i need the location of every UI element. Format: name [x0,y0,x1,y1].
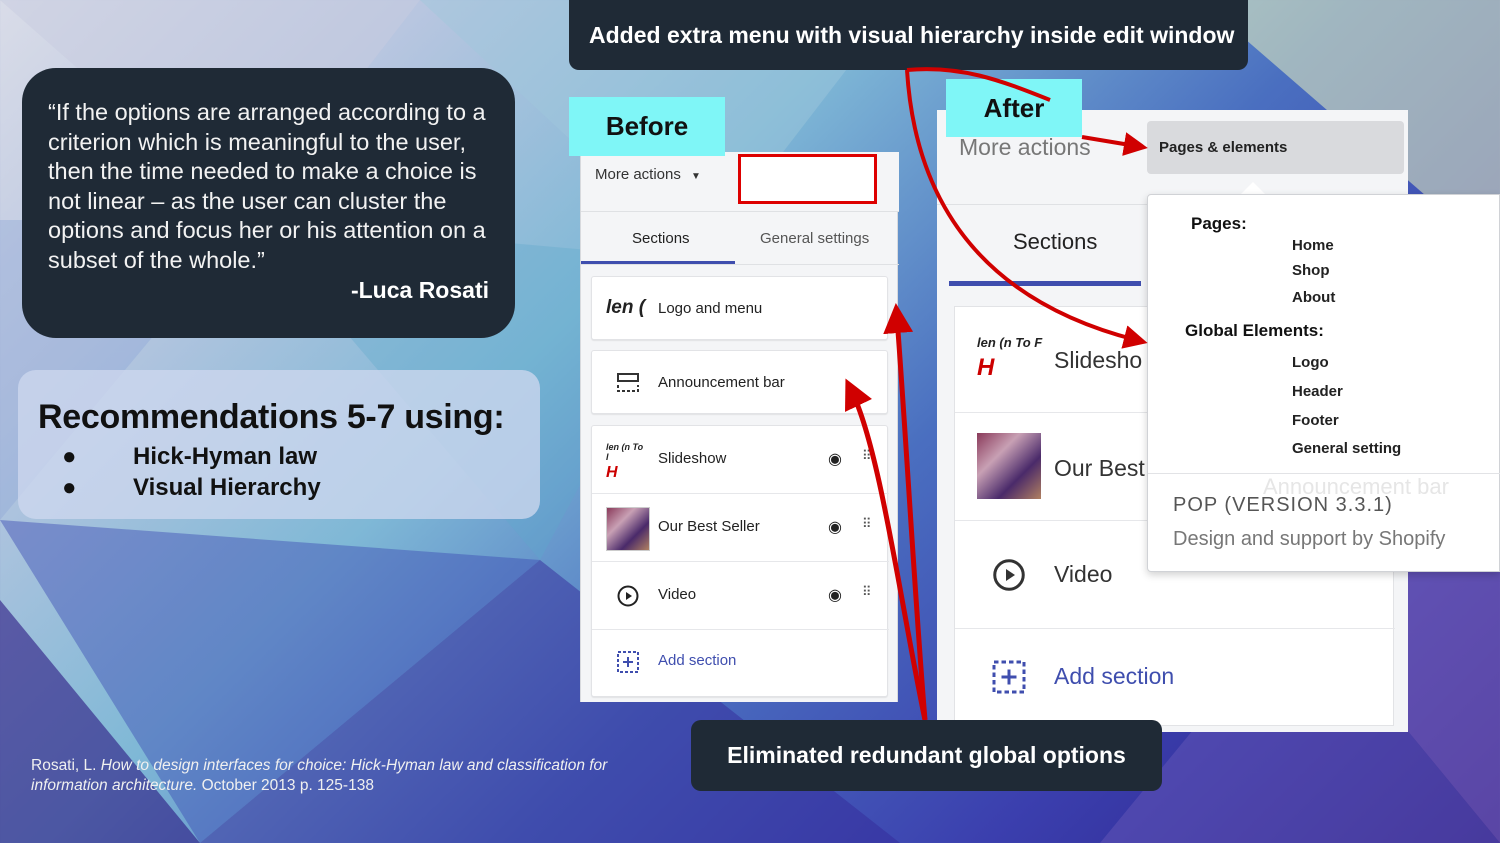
citation-author: Rosati, L. [31,757,97,774]
tab-sections[interactable]: Sections [1013,229,1097,255]
play-circle-icon [993,559,1025,591]
list-item: ● Visual Hierarchy [38,472,520,503]
highlight-empty-area [738,154,877,204]
add-section-button[interactable]: Add section [592,630,889,698]
quote-box: “If the options are arranged according t… [22,68,515,338]
list-item: ● Hick-Hyman law [38,441,520,472]
drag-handle-icon[interactable]: ⠿ [862,516,871,532]
section-label: Announcement bar [658,374,785,391]
menu-item-header[interactable]: Header [1292,383,1343,400]
menu-item-footer[interactable]: Footer [1292,412,1339,429]
tab-general-settings[interactable]: General settings [760,230,869,247]
before-tabs: Sections General settings [581,212,899,265]
more-actions-button[interactable]: More actions [959,134,1091,161]
global-elements-heading: Global Elements: [1185,321,1324,340]
drag-handle-icon[interactable]: ⠿ [862,448,871,464]
section-label: Add section [1054,663,1175,689]
tab-underline [949,281,1141,286]
citation-date: October 2013 p. 125-138 [201,777,374,794]
pages-elements-dropdown: Pages: Home Shop About Global Elements: … [1147,194,1500,572]
announcement-bar-icon [617,373,639,392]
section-label: Slideshow [658,450,727,467]
bullet-icon: ● [62,474,77,501]
add-section-button[interactable]: Add section [955,629,1395,727]
eye-icon[interactable]: ◉ [828,585,842,605]
quote-text: “If the options are arranged according t… [48,99,486,273]
eye-icon[interactable]: ◉ [828,517,842,537]
slideshow-thumb-icon: len (n To F H [977,335,1043,381]
caret-down-icon: ▼ [691,171,701,182]
recommendation-label: Visual Hierarchy [133,474,321,501]
recommendations-box: Recommendations 5-7 using: ● Hick-Hyman l… [18,370,540,519]
before-tag: Before [569,97,725,156]
logo-menu-card[interactable]: len ( Logo and menu [591,276,888,340]
dropdown-footer: Announcement bar POP (VERSION 3.3.1) Des… [1148,473,1500,573]
after-tag: After [946,79,1082,137]
section-label: Logo and menu [658,300,763,317]
product-thumb-icon [977,433,1041,499]
add-section-icon [617,651,639,673]
section-label: Our Best Seller [658,518,760,535]
section-label: Video [1054,561,1113,587]
recommendations-title: Recommendations 5-7 using: [38,398,505,436]
bottom-banner: Eliminated redundant global options [691,720,1162,791]
before-panel: More actions ▼ Sections General settings… [580,152,899,702]
menu-item-logo[interactable]: Logo [1292,354,1329,371]
logo-icon: len ( [606,297,646,318]
announcement-card[interactable]: Announcement bar [591,350,888,414]
menu-item-shop[interactable]: Shop [1292,262,1330,279]
menu-item-home[interactable]: Home [1292,237,1334,254]
more-actions-button[interactable]: More actions ▼ [595,166,701,183]
more-actions-label: More actions [595,166,681,183]
eye-icon[interactable]: ◉ [828,449,842,469]
menu-item-about[interactable]: About [1292,289,1335,306]
version-label: POP (VERSION 3.3.1) [1173,494,1393,516]
sections-card: len (n To I H Slideshow ◉ ⠿ Our Best Sel… [591,425,889,698]
add-section-icon [992,660,1026,694]
before-header: More actions ▼ [581,152,899,212]
product-thumb-icon [606,507,650,551]
list-item[interactable]: Our Best Seller ◉ ⠿ [592,494,889,562]
tab-underline [581,261,735,264]
citation: Rosati, L. How to design interfaces for … [31,756,611,796]
section-label: Video [658,586,697,603]
section-label: Slidesho [1054,347,1143,373]
section-label: Add section [658,652,737,669]
drag-handle-icon[interactable]: ⠿ [862,584,871,600]
top-banner: Added extra menu with visual hierarchy i… [569,0,1248,70]
menu-item-general-setting[interactable]: General setting [1292,440,1401,457]
list-item[interactable]: Video ◉ ⠿ [592,562,889,630]
play-circle-icon [617,585,639,607]
bullet-icon: ● [62,443,77,470]
slideshow-thumb-icon: len (n To I H [606,442,644,481]
tab-sections[interactable]: Sections [632,230,690,247]
design-credit: Design and support by Shopify [1173,528,1446,550]
pages-heading: Pages: [1191,214,1247,233]
recommendation-label: Hick-Hyman law [133,443,318,470]
quote-author: -Luca Rosati [350,277,489,303]
pages-elements-button[interactable]: Pages & elements [1147,121,1404,174]
recommendations-list: ● Hick-Hyman law ● Visual Hierarchy [38,441,520,503]
section-label: Our Best [1054,455,1145,481]
list-item[interactable]: len (n To I H Slideshow ◉ ⠿ [592,426,889,494]
